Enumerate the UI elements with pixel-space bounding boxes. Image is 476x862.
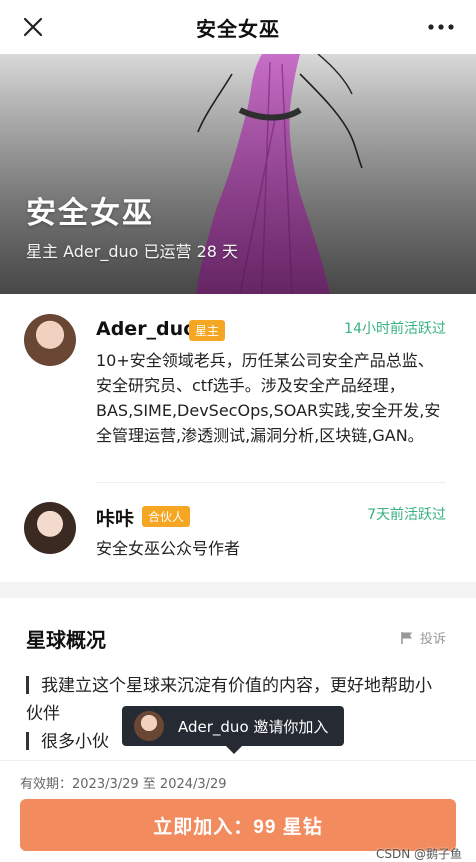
join-footer: 有效期：2023/3/29 至 2024/3/29 立即加入：99 星钻 CSD…	[0, 760, 476, 862]
avatar[interactable]	[24, 314, 76, 366]
report-button[interactable]: 投诉	[400, 628, 446, 647]
hero-banner: 安全女巫 星主 Ader_duo 已运营 28 天	[0, 54, 476, 294]
role-badge: 合伙人	[142, 506, 191, 527]
avatar	[134, 711, 164, 741]
validity-text: 有效期：2023/3/29 至 2024/3/29	[20, 777, 227, 792]
report-label: 投诉	[419, 632, 446, 647]
last-active-text: 14小时前活跃过	[344, 321, 446, 337]
avatar[interactable]	[24, 502, 76, 554]
member-name[interactable]: Ader_duo	[96, 318, 196, 340]
member-list: Ader_duo 星主 14小时前活跃过 10+安全领域老兵，历任某公司安全产品…	[0, 294, 476, 582]
join-button[interactable]: 立即加入：99 星钻	[20, 799, 456, 851]
quote-bar	[26, 732, 29, 750]
more-icon[interactable]	[426, 16, 456, 38]
role-badge: 星主	[189, 320, 226, 341]
divider	[96, 482, 446, 483]
section-gap	[0, 582, 476, 598]
member-name[interactable]: 咔咔	[96, 504, 134, 531]
last-active-text: 7天前活跃过	[367, 507, 446, 523]
invite-text: Ader_duo 邀请你加入	[178, 717, 329, 736]
top-nav-bar: 安全女巫	[0, 0, 476, 54]
watermark: CSDN @鹅子鱼	[375, 847, 462, 861]
member-description: 10+安全领域老兵，历任某公司安全产品总监、安全研究员、ctf选手。涉及安全产品…	[96, 351, 441, 445]
section-title: 星球概况	[26, 628, 106, 652]
quote-bar	[26, 676, 29, 694]
close-icon[interactable]	[18, 12, 48, 42]
flag-icon	[401, 631, 412, 644]
page-title: 安全女巫	[196, 16, 280, 41]
invite-tooltip: Ader_duo 邀请你加入	[122, 706, 344, 754]
hero-subtitle: 星主 Ader_duo 已运营 28 天	[26, 242, 239, 261]
hero-title: 安全女巫	[26, 196, 154, 231]
member-description: 安全女巫公众号作者	[96, 539, 241, 558]
